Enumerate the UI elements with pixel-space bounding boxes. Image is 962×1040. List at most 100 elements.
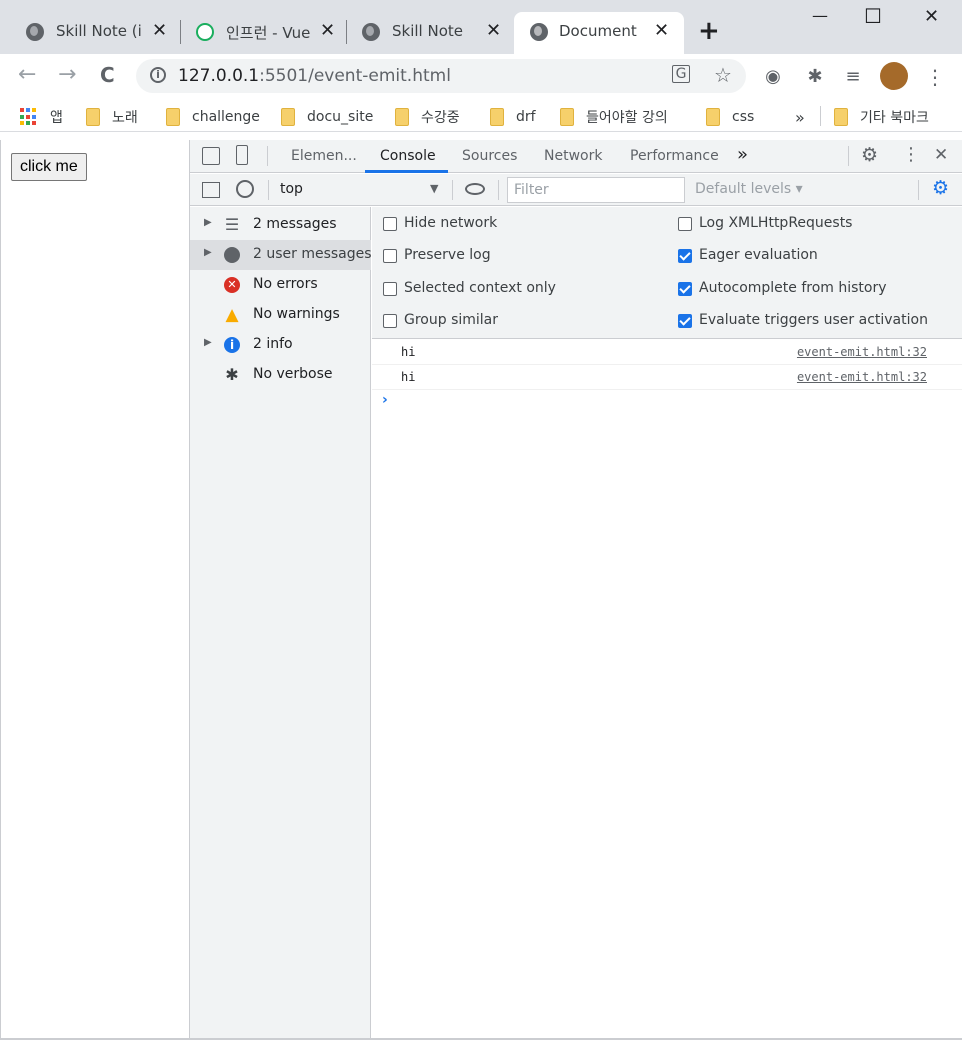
forward-button[interactable]: →	[58, 64, 76, 86]
bookmark-folder[interactable]: 수강중	[395, 106, 460, 128]
log-source-link[interactable]: event-emit.html:32	[797, 370, 927, 384]
click-me-button[interactable]: click me	[11, 153, 87, 181]
console-prompt[interactable]: ›	[382, 392, 388, 408]
bookmarks-overflow-button[interactable]: »	[795, 106, 805, 128]
close-devtools-icon[interactable]: ✕	[934, 145, 948, 165]
eye-icon[interactable]	[465, 183, 485, 195]
chevron-down-icon[interactable]: ▼	[430, 182, 438, 195]
tab-title: 인프런 - Vue	[226, 24, 311, 42]
close-icon[interactable]: ✕	[654, 20, 669, 41]
reload-button[interactable]: C	[100, 64, 115, 86]
tab-performance[interactable]: Performance	[630, 148, 719, 164]
close-window-button[interactable]: ✕	[924, 6, 939, 27]
folder-icon	[560, 108, 574, 126]
checkbox[interactable]	[678, 217, 692, 231]
expand-triangle-icon[interactable]: ▶	[204, 337, 212, 348]
option-label: Hide network	[404, 215, 498, 231]
sidebar-item-info[interactable]: ▶ i 2 info	[190, 330, 371, 360]
console-toolbar: top ▼ Filter Default levels ▾ ⚙	[190, 174, 962, 206]
filter-input[interactable]: Filter	[507, 177, 685, 203]
close-icon[interactable]: ✕	[152, 20, 167, 41]
sidebar-item-errors[interactable]: ✕ No errors	[190, 270, 371, 300]
option-label: Preserve log	[404, 247, 491, 263]
tab-console[interactable]: Console	[380, 148, 436, 164]
sidebar-item-warnings[interactable]: ▲ No warnings	[190, 300, 371, 330]
log-source-link[interactable]: event-emit.html:32	[797, 345, 927, 359]
sidebar-item-label: 2 user messages	[253, 246, 372, 262]
device-toolbar-icon[interactable]	[236, 145, 248, 165]
new-tab-button[interactable]: +	[698, 18, 720, 44]
active-tab-indicator	[365, 170, 448, 173]
checkbox[interactable]	[678, 249, 692, 263]
tab-skill-note[interactable]: Skill Note ✕	[336, 12, 512, 54]
console-settings-icon[interactable]: ⚙	[932, 177, 949, 199]
close-icon[interactable]: ✕	[486, 20, 501, 41]
option-label: Evaluate triggers user activation	[699, 312, 928, 328]
bookmark-folder[interactable]: drf	[490, 106, 536, 128]
bookmark-label: 수강중	[421, 110, 460, 126]
bookmarks-divider	[820, 106, 821, 126]
checkbox[interactable]	[383, 314, 397, 328]
option-label: Selected context only	[404, 280, 556, 296]
tab-skill-note-in[interactable]: Skill Note (in ✕	[0, 12, 180, 54]
address-bar[interactable]: i 127.0.0.1:5501/event-emit.html G ☆	[136, 59, 746, 93]
divider	[848, 146, 849, 166]
globe-icon	[530, 23, 548, 41]
user-icon	[224, 247, 240, 263]
devtools-menu-icon[interactable]: ⋮	[902, 144, 920, 165]
bookmark-folder[interactable]: 노래	[86, 106, 138, 128]
inspect-icon[interactable]	[202, 147, 220, 165]
checkbox[interactable]	[678, 314, 692, 328]
minimize-button[interactable]: —	[812, 6, 828, 25]
folder-icon	[834, 108, 848, 126]
context-select[interactable]: top	[280, 181, 303, 197]
bookmark-label: 기타 북마크	[860, 110, 929, 126]
checkbox[interactable]	[383, 282, 397, 296]
checkbox[interactable]	[383, 217, 397, 231]
bookmark-apps[interactable]: 앱	[20, 106, 63, 128]
sidebar-item-messages[interactable]: ▶ ☰ 2 messages	[190, 210, 371, 240]
default-levels-dropdown[interactable]: Default levels ▾	[695, 181, 803, 197]
back-button[interactable]: ←	[18, 64, 36, 86]
media-controls-icon[interactable]: ≡	[842, 66, 864, 88]
close-icon[interactable]: ✕	[320, 20, 335, 41]
tab-sources[interactable]: Sources	[462, 148, 517, 164]
settings-gear-icon[interactable]: ⚙	[861, 144, 878, 166]
log-message: hi	[401, 345, 416, 359]
divider	[918, 180, 919, 200]
media-router-icon[interactable]: ◉	[762, 66, 784, 88]
sidebar-item-user-messages[interactable]: ▶ 2 user messages	[190, 240, 372, 270]
bookmark-other[interactable]: 기타 북마크	[834, 106, 929, 128]
checkbox[interactable]	[383, 249, 397, 263]
list-icon: ☰	[224, 215, 240, 234]
log-message: hi	[401, 370, 416, 384]
url-text[interactable]: 127.0.0.1:5501/event-emit.html	[178, 66, 451, 86]
bookmark-folder[interactable]: css	[706, 106, 754, 128]
clear-console-icon[interactable]	[236, 180, 254, 198]
tab-document[interactable]: Document ✕	[514, 12, 684, 54]
more-menu-icon[interactable]: ⋮	[924, 66, 946, 88]
console-log-row: hi event-emit.html:32	[372, 340, 962, 365]
sidebar-item-label: No warnings	[253, 306, 340, 322]
checkbox[interactable]	[678, 282, 692, 296]
extensions-icon[interactable]: ✱	[804, 66, 826, 88]
translate-icon[interactable]: G	[672, 65, 690, 83]
bookmark-folder[interactable]: 들어야할 강의	[560, 106, 668, 128]
avatar[interactable]	[880, 62, 908, 90]
tab-inflearn[interactable]: 인프런 - Vue ✕	[170, 12, 346, 54]
bookmark-folder[interactable]: challenge	[166, 106, 260, 128]
tab-strip: Skill Note (in ✕ 인프런 - Vue ✕ Skill Note …	[0, 0, 962, 54]
maximize-button[interactable]: ☐	[864, 4, 882, 28]
tab-elements[interactable]: Elemen...	[291, 148, 357, 164]
expand-triangle-icon[interactable]: ▶	[204, 247, 212, 258]
bookmark-folder[interactable]: docu_site	[281, 106, 373, 128]
bookmark-label: css	[732, 109, 755, 125]
info-icon[interactable]: i	[150, 67, 166, 83]
star-icon[interactable]: ☆	[712, 64, 734, 86]
expand-triangle-icon[interactable]: ▶	[204, 217, 212, 228]
sidebar-toggle-icon[interactable]	[202, 182, 220, 198]
bookmark-label: drf	[516, 109, 536, 125]
sidebar-item-verbose[interactable]: ✱ No verbose	[190, 360, 371, 390]
more-tabs-button[interactable]: »	[737, 144, 748, 165]
tab-network[interactable]: Network	[544, 148, 602, 164]
